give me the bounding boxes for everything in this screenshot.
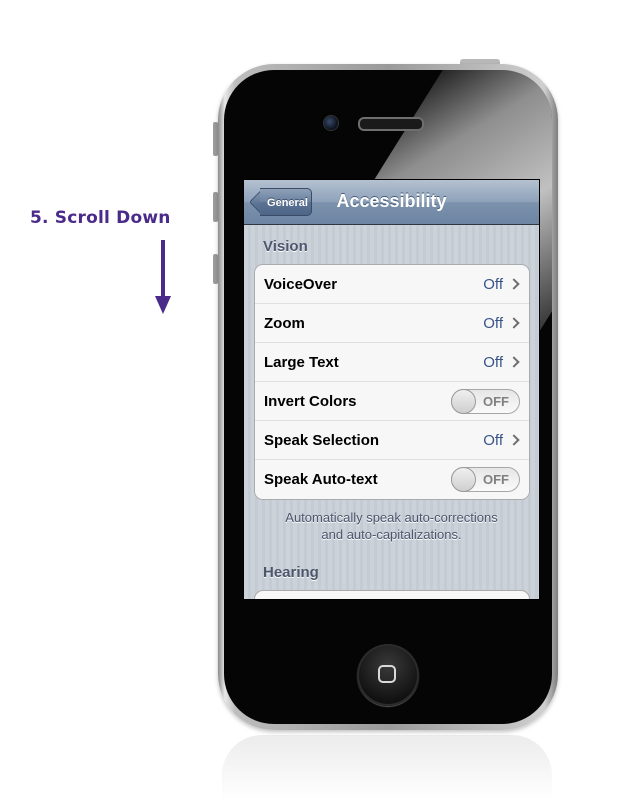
navigation-bar: General Accessibility [244, 180, 539, 225]
speak-auto-text-toggle[interactable]: OFF [451, 467, 520, 492]
invert-colors-toggle[interactable]: OFF [451, 389, 520, 414]
row-value: Off [483, 354, 503, 371]
page-title: Accessibility [336, 191, 447, 211]
footer-line: and auto-capitalizations. [321, 527, 462, 542]
row-voiceover[interactable]: VoiceOver Off [255, 265, 529, 304]
vision-footer-note: Automatically speak auto-corrections and… [264, 509, 519, 543]
home-button[interactable] [357, 644, 419, 706]
row-label: Zoom [264, 315, 305, 332]
chevron-right-icon [508, 434, 520, 446]
home-square-icon [378, 665, 396, 683]
toggle-state: OFF [483, 472, 509, 487]
row-label: Speak Auto-text [264, 471, 378, 488]
front-camera [323, 115, 339, 131]
phone-reflection [222, 735, 552, 800]
vision-settings-group: VoiceOver Off Zoom Off Large Text Off In… [254, 264, 530, 500]
footer-line: Automatically speak auto-corrections [285, 510, 498, 525]
row-label: Speak Selection [264, 432, 380, 449]
toggle-knob [451, 389, 476, 414]
chevron-right-icon [508, 356, 520, 368]
hearing-settings-group[interactable] [254, 590, 530, 599]
down-arrow-icon [155, 240, 171, 314]
section-header-vision: Vision [263, 238, 308, 255]
row-label: Large Text [264, 354, 339, 371]
row-speak-auto-text: Speak Auto-text OFF [255, 460, 529, 499]
toggle-state: OFF [483, 394, 509, 409]
phone-screen: General Accessibility Vision VoiceOver O… [243, 179, 540, 600]
row-invert-colors: Invert Colors OFF [255, 382, 529, 421]
row-large-text[interactable]: Large Text Off [255, 343, 529, 382]
chevron-right-icon [508, 278, 520, 290]
row-value: Off [483, 432, 503, 449]
row-label: Invert Colors [264, 393, 357, 410]
row-value: Off [483, 276, 503, 293]
step-label: 5. Scroll Down [30, 208, 171, 228]
toggle-knob [451, 467, 476, 492]
section-header-hearing: Hearing [263, 564, 319, 581]
row-zoom[interactable]: Zoom Off [255, 304, 529, 343]
chevron-right-icon [508, 317, 520, 329]
row-label: VoiceOver [264, 276, 338, 293]
row-value: Off [483, 315, 503, 332]
row-speak-selection[interactable]: Speak Selection Off [255, 421, 529, 460]
earpiece-speaker [358, 117, 424, 131]
